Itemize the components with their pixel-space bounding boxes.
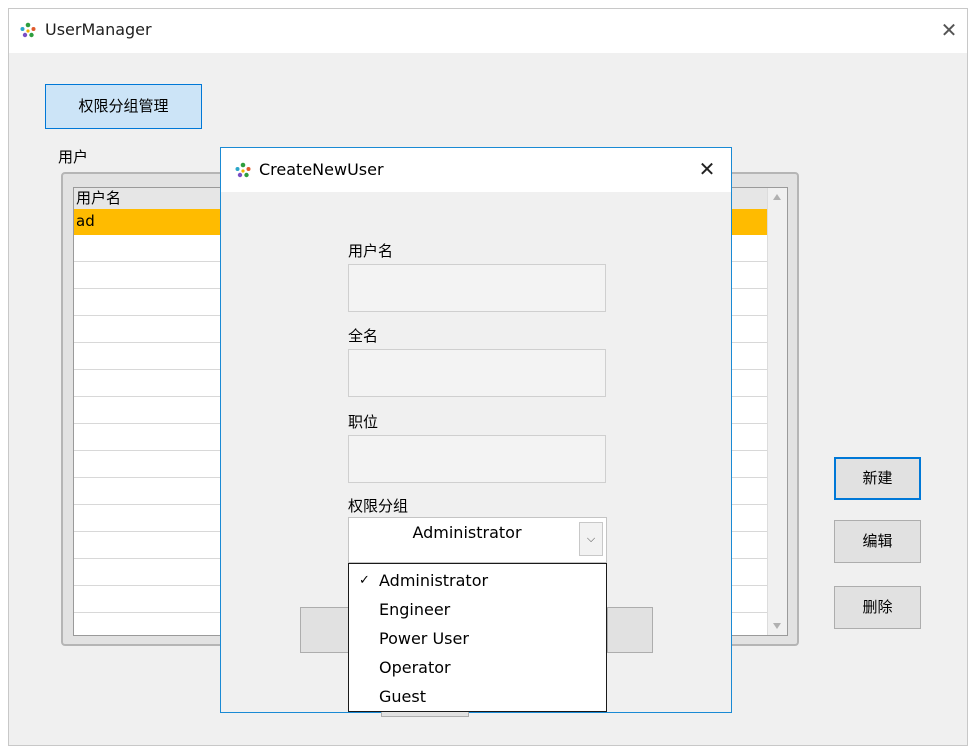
group-dropdown-list: ✓ Administrator Engineer Power User Oper… — [348, 563, 607, 712]
scroll-down-icon[interactable] — [773, 623, 781, 629]
app-icon — [20, 22, 36, 38]
group-option-operator[interactable]: Operator — [349, 655, 606, 684]
new-button[interactable]: 新建 — [834, 457, 921, 500]
dialog-title: CreateNewUser — [259, 160, 384, 179]
option-label: Engineer — [379, 600, 451, 619]
fullname-input[interactable] — [348, 349, 606, 397]
option-label: Power User — [379, 629, 469, 648]
group-option-guest[interactable]: Guest — [349, 684, 606, 713]
check-icon: ✓ — [359, 573, 370, 588]
dialog-close-icon[interactable]: ✕ — [695, 157, 719, 181]
option-label: Administrator — [379, 571, 489, 590]
main-title-bar: UserManager ✕ — [9, 9, 967, 53]
group-combobox[interactable]: Administrator ⌵ — [348, 517, 607, 563]
dialog-button-right-obscured[interactable] — [607, 607, 653, 653]
window-close-icon[interactable]: ✕ — [937, 18, 961, 42]
fullname-label: 全名 — [348, 327, 379, 345]
position-input[interactable] — [348, 435, 606, 483]
option-label: Guest — [379, 687, 426, 706]
chevron-down-icon[interactable]: ⌵ — [579, 522, 603, 556]
vertical-scrollbar[interactable] — [767, 188, 787, 635]
users-section-label: 用户 — [58, 148, 89, 166]
group-option-power-user[interactable]: Power User — [349, 626, 606, 655]
group-label: 权限分组 — [348, 497, 409, 515]
edit-button[interactable]: 编辑 — [834, 520, 921, 563]
username-label: 用户名 — [348, 242, 394, 260]
group-option-administrator[interactable]: ✓ Administrator — [349, 568, 606, 597]
delete-button[interactable]: 删除 — [834, 586, 921, 629]
username-input[interactable] — [348, 264, 606, 312]
position-label: 职位 — [348, 413, 379, 431]
group-selected-value: Administrator — [412, 523, 522, 542]
dialog-title-bar: CreateNewUser ✕ — [221, 148, 731, 192]
scroll-up-icon[interactable] — [773, 194, 781, 200]
group-option-engineer[interactable]: Engineer — [349, 597, 606, 626]
permission-group-button[interactable]: 权限分组管理 — [45, 84, 202, 129]
app-icon — [235, 162, 251, 178]
option-label: Operator — [379, 658, 451, 677]
window-title: UserManager — [45, 20, 152, 39]
